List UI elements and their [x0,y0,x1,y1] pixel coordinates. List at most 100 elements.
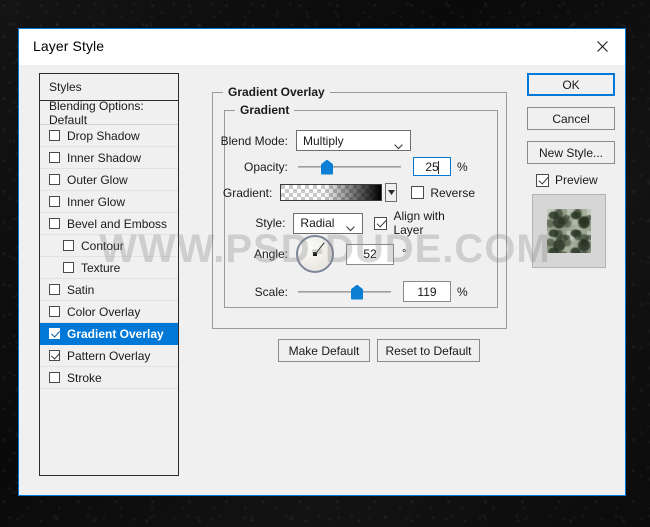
bevel-and-emboss-checkbox[interactable] [49,218,60,229]
sidebar-item-label: Inner Glow [67,196,125,208]
sidebar-item-blending-options[interactable]: Blending Options: Default [40,101,178,125]
sidebar-item-label: Stroke [67,372,102,384]
preview-checkbox[interactable] [536,174,549,187]
align-with-layer-checkbox[interactable] [374,217,387,230]
close-icon[interactable] [580,29,625,64]
dialog-actions: OK Cancel New Style... Preview [527,73,615,268]
sidebar-item-label: Inner Shadow [67,152,141,164]
reverse-checkbox[interactable] [411,186,424,199]
layer-style-dialog: Layer Style Styles Blending Options: Def… [18,28,626,496]
ok-button[interactable]: OK [527,73,615,96]
sidebar-item-inner-glow[interactable]: Inner Glow [40,191,178,213]
sidebar-item-drop-shadow[interactable]: Drop Shadow [40,125,178,147]
opacity-slider-thumb[interactable] [321,160,333,175]
new-style-button[interactable]: New Style... [527,141,615,164]
text-caret [438,161,439,174]
sidebar-item-label: Gradient Overlay [67,328,164,340]
gradient-group-title: Gradient [235,103,294,117]
stroke-checkbox[interactable] [49,372,60,383]
blend-mode-value: Multiply [303,134,344,148]
sidebar-item-contour[interactable]: Contour [40,235,178,257]
sidebar-item-outer-glow[interactable]: Outer Glow [40,169,178,191]
chevron-down-icon [394,139,403,153]
color-overlay-checkbox[interactable] [49,306,60,317]
style-row: Style: Radial Align with Layer [203,209,475,237]
inner-shadow-checkbox[interactable] [49,152,60,163]
angle-dial-hub [313,252,317,256]
gradient-picker-dropdown[interactable] [385,183,398,202]
gradient-overlay-panel: Gradient Overlay Gradient Blend Mode: Mu… [195,73,514,476]
reset-to-default-button[interactable]: Reset to Default [377,339,480,362]
style-dropdown[interactable]: Radial [293,213,363,234]
texture-checkbox[interactable] [63,262,74,273]
sidebar-item-label: Pattern Overlay [67,350,150,362]
gradient-group: Gradient Blend Mode: Multiply Opacity: [224,110,498,308]
blend-mode-label: Blend Mode: [203,134,288,148]
opacity-slider[interactable] [298,159,401,175]
scale-slider[interactable] [298,284,391,300]
preview-thumbnail [547,209,591,253]
scale-label: Scale: [203,285,288,299]
opacity-value: 25 [425,160,438,174]
sidebar-item-bevel-and-emboss[interactable]: Bevel and Emboss [40,213,178,235]
pattern-overlay-checkbox[interactable] [49,350,60,361]
sidebar-item-label: Bevel and Emboss [67,218,167,230]
reverse-label: Reverse [430,186,475,200]
opacity-row: Opacity: 25 % [203,157,473,176]
align-with-layer-label: Align with Layer [393,209,475,237]
sidebar-item-label: Satin [67,284,94,296]
reverse-checkbox-row[interactable]: Reverse [411,186,475,200]
sidebar-item-label: Contour [81,240,124,252]
sidebar-item-inner-shadow[interactable]: Inner Shadow [40,147,178,169]
blend-mode-row: Blend Mode: Multiply [203,130,468,151]
sidebar-item-satin[interactable]: Satin [40,279,178,301]
drop-shadow-checkbox[interactable] [49,130,60,141]
sidebar-item-gradient-overlay[interactable]: Gradient Overlay [40,323,178,345]
scale-value: 119 [417,285,436,299]
gradient-swatch[interactable] [280,184,381,201]
inner-glow-checkbox[interactable] [49,196,60,207]
make-default-button[interactable]: Make Default [278,339,370,362]
angle-label: Angle: [203,247,288,261]
style-label: Style: [203,216,285,230]
sidebar-item-label: Outer Glow [67,174,128,186]
sidebar-item-texture[interactable]: Texture [40,257,178,279]
angle-value: 52 [363,247,376,261]
style-value: Radial [300,216,334,230]
gradient-label: Gradient: [203,186,272,200]
scale-slider-thumb[interactable] [351,285,363,300]
contour-checkbox[interactable] [63,240,74,251]
scale-input[interactable]: 119 [403,281,451,302]
preview-label: Preview [555,173,598,187]
styles-list-panel[interactable]: Styles Blending Options: Default Drop Sh… [39,73,179,476]
chevron-down-icon [346,221,355,235]
blend-mode-dropdown[interactable]: Multiply [296,130,411,151]
opacity-unit: % [457,160,468,174]
sidebar-item-label: Drop Shadow [67,130,140,142]
scale-unit: % [457,285,468,299]
gradient-row: Gradient: Reverse [203,183,475,202]
sidebar-item-label: Color Overlay [67,306,140,318]
gradient-overlay-checkbox[interactable] [49,328,60,339]
angle-input[interactable]: 52 [346,244,394,265]
sidebar-item-color-overlay[interactable]: Color Overlay [40,301,178,323]
cancel-button[interactable]: Cancel [527,107,615,130]
styles-list-header[interactable]: Styles [40,74,178,101]
preview-box [532,194,606,268]
opacity-slider-track [298,166,401,168]
sidebar-item-stroke[interactable]: Stroke [40,367,178,389]
dialog-title: Layer Style [33,38,104,54]
sidebar-item-pattern-overlay[interactable]: Pattern Overlay [40,345,178,367]
opacity-input[interactable]: 25 [413,157,451,176]
preview-checkbox-row[interactable]: Preview [536,173,615,187]
outer-glow-checkbox[interactable] [49,174,60,185]
align-with-layer-row[interactable]: Align with Layer [374,209,475,237]
angle-dial[interactable] [296,235,334,273]
gradient-overlay-group: Gradient Overlay Gradient Blend Mode: Mu… [212,92,507,329]
angle-unit: ° [402,248,406,260]
sidebar-item-label: Texture [81,262,120,274]
opacity-label: Opacity: [203,160,288,174]
scale-row: Scale: 119 % [203,281,473,302]
satin-checkbox[interactable] [49,284,60,295]
scale-slider-track [298,291,391,293]
